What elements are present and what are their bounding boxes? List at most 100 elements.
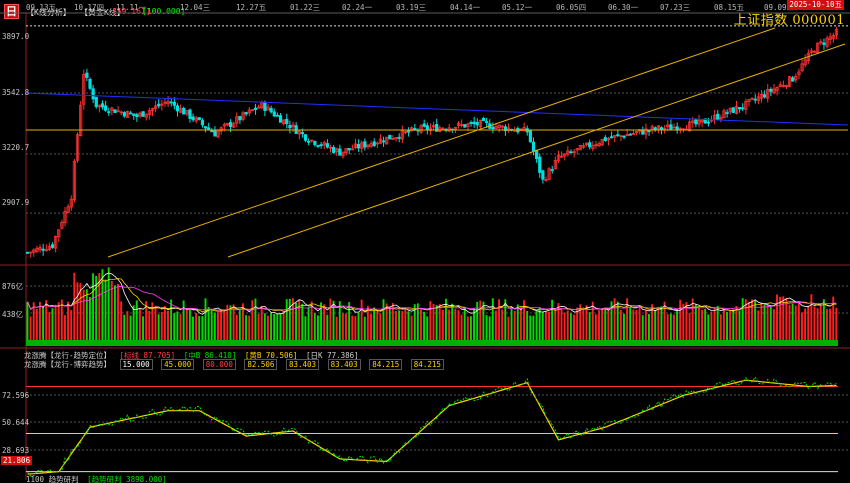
volume-bar xyxy=(51,308,54,343)
candle-body xyxy=(469,122,473,124)
candle-body xyxy=(769,88,773,92)
volume-bar xyxy=(619,309,622,343)
volume-bar xyxy=(426,316,429,343)
candle-body xyxy=(647,130,651,132)
candle-body xyxy=(588,142,592,148)
volume-bar xyxy=(142,316,144,343)
volume-bar xyxy=(185,308,188,343)
volume-bar xyxy=(666,314,669,343)
volume-bar xyxy=(270,312,273,343)
volume-bar xyxy=(373,307,376,343)
candle-body xyxy=(188,109,192,119)
volume-bar xyxy=(516,304,519,343)
volume-bar xyxy=(654,310,657,343)
volume-bar xyxy=(285,299,288,343)
candle-body xyxy=(413,128,417,130)
volume-bar xyxy=(810,294,813,343)
volume-ma-line xyxy=(27,286,837,311)
volume-bar xyxy=(491,298,494,343)
volume-bar xyxy=(816,308,819,343)
chart-canvas[interactable] xyxy=(0,0,850,483)
volume-bar xyxy=(760,303,763,343)
volume-bar xyxy=(454,308,457,343)
candle-body xyxy=(269,107,273,113)
volume-bar xyxy=(348,302,351,343)
volume-bar xyxy=(485,315,488,343)
candle-body xyxy=(325,143,329,148)
footer-value: [趋势研判 3898.000] xyxy=(87,475,167,483)
indicator-tick: 50.644 xyxy=(2,418,30,427)
volume-bar xyxy=(591,301,594,343)
volume-bar xyxy=(110,280,113,343)
volume-bar xyxy=(835,307,838,343)
volume-bar xyxy=(707,314,710,343)
candle-body xyxy=(472,121,476,125)
volume-bar xyxy=(313,313,316,343)
candle-body xyxy=(622,135,626,138)
candle-body xyxy=(332,146,336,153)
volume-bar xyxy=(379,313,382,343)
candle-body xyxy=(535,149,539,160)
candle-body xyxy=(100,103,105,108)
volume-bar xyxy=(301,303,304,343)
candle-body xyxy=(263,102,267,111)
volume-bar xyxy=(432,303,435,343)
volume-bar xyxy=(235,314,238,343)
volume-bar xyxy=(132,305,135,343)
volume-bar xyxy=(398,310,401,343)
volume-bar xyxy=(45,300,48,343)
volume-bar xyxy=(769,305,772,343)
candle-body xyxy=(207,127,211,130)
volume-bar xyxy=(366,305,369,343)
candle-body xyxy=(381,140,386,143)
volume-bar xyxy=(213,312,216,343)
volume-bar xyxy=(601,308,604,343)
volume-bar xyxy=(232,304,235,343)
volume-bar xyxy=(804,308,807,343)
candle-body xyxy=(228,122,233,127)
channel-line-upper xyxy=(107,27,776,258)
candle-body xyxy=(210,129,214,133)
volume-bar xyxy=(332,300,335,343)
volume-bar xyxy=(210,309,213,343)
candle-body xyxy=(653,127,657,130)
volume-bar xyxy=(395,310,397,343)
indicator-name: 龙涨腾【龙行-博弈趋势】 xyxy=(24,360,112,369)
volume-bar xyxy=(794,305,797,343)
volume-bar xyxy=(201,316,204,343)
volume-bar xyxy=(635,309,638,343)
volume-bar xyxy=(304,316,307,343)
candle-body xyxy=(132,113,136,116)
volume-bar xyxy=(167,310,169,343)
candle-body xyxy=(316,145,320,147)
volume-bar xyxy=(722,309,725,343)
volume-bar xyxy=(279,313,282,343)
volume-bar xyxy=(501,309,504,343)
candle-body xyxy=(569,151,573,154)
candle-body xyxy=(175,105,180,112)
volume-bar xyxy=(448,309,451,343)
volume-bar xyxy=(632,309,635,343)
candle-body xyxy=(122,112,126,117)
candle-body xyxy=(741,107,745,110)
volume-bar xyxy=(220,308,223,343)
candle-body xyxy=(244,112,248,115)
volume-bar xyxy=(541,311,544,343)
candle-body xyxy=(609,136,614,139)
volume-bar xyxy=(741,298,744,343)
candle-body xyxy=(738,106,742,110)
volume-ma-line xyxy=(27,278,837,313)
volume-bar xyxy=(198,316,201,343)
candle-body xyxy=(197,117,201,120)
volume-bar xyxy=(138,308,141,343)
candle-body xyxy=(113,109,117,114)
candle-body xyxy=(603,137,607,142)
candle-body xyxy=(731,107,735,113)
volume-bar xyxy=(135,300,138,343)
volume-bar xyxy=(826,308,828,343)
volume-bar xyxy=(195,313,198,343)
volume-bar xyxy=(607,309,610,343)
volume-bar xyxy=(494,310,497,343)
volume-bar xyxy=(819,305,822,343)
volume-bar xyxy=(117,283,119,343)
